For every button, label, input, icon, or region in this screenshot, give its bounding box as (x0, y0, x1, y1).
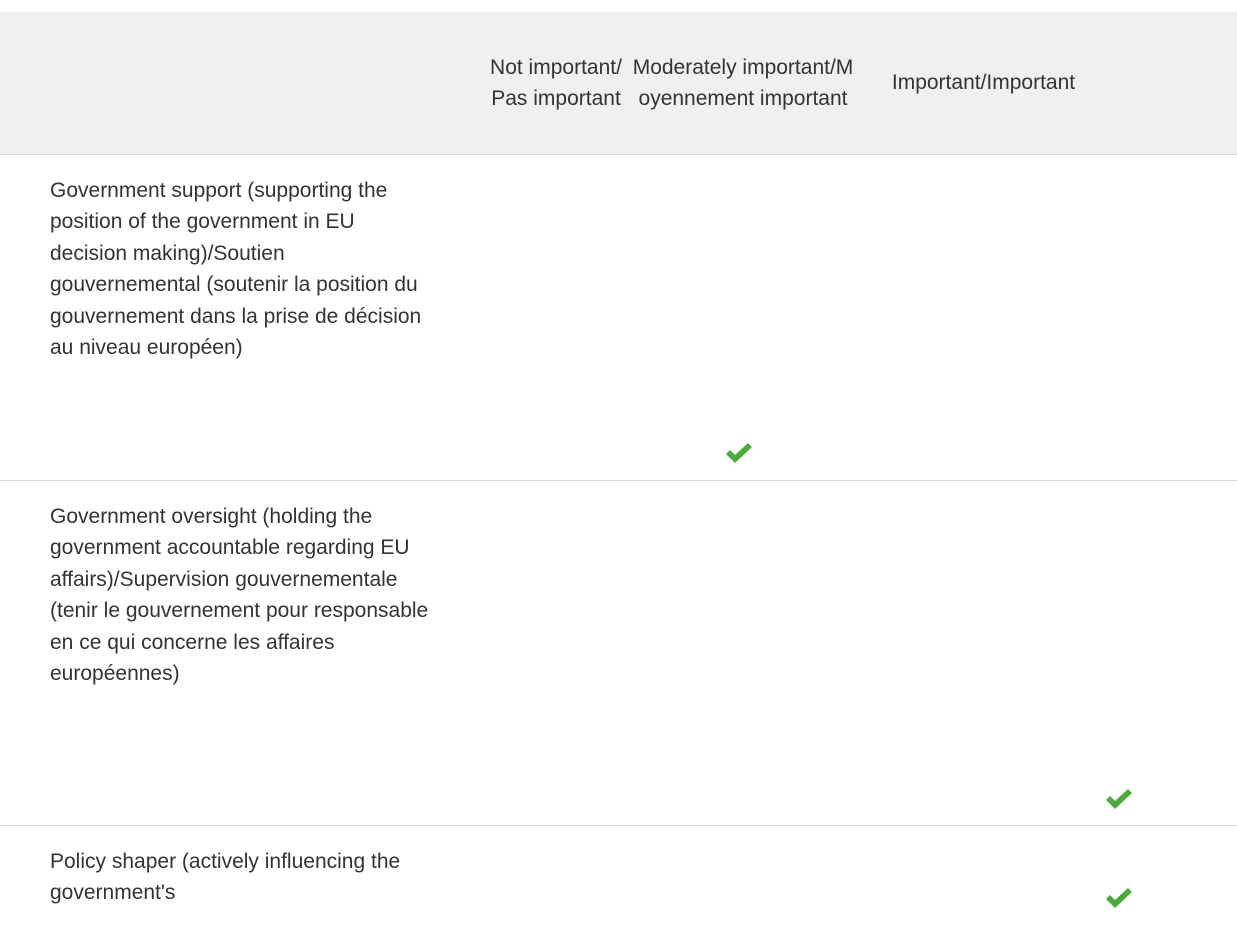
cell-not-important (485, 480, 625, 826)
cell-important (861, 825, 1237, 945)
table-row: Government support (supporting the posit… (0, 154, 1237, 481)
cell-important (861, 154, 1237, 481)
cell-not-important (485, 154, 625, 481)
row-label: Government support (supporting the posit… (50, 178, 422, 360)
importance-table: Not important/Pas important Moderately i… (0, 12, 1237, 945)
check-icon (1104, 788, 1134, 810)
header-important-label: Important/Important (891, 71, 1076, 95)
cell-moderately-important (625, 825, 861, 945)
cell-moderately-important (625, 154, 861, 481)
row-label-cell: Government oversight (holding the govern… (0, 480, 485, 826)
header-row: Not important/Pas important Moderately i… (0, 12, 1237, 155)
row-label: Policy shaper (actively influencing the … (50, 849, 401, 905)
table-row: Policy shaper (actively influencing the … (0, 825, 1237, 945)
table-header: Not important/Pas important Moderately i… (0, 12, 1237, 155)
check-icon (724, 442, 754, 464)
table-body: Government support (supporting the posit… (0, 154, 1237, 945)
cell-moderately-important (625, 480, 861, 826)
header-not-important: Not important/Pas important (485, 12, 625, 155)
row-label-cell: Policy shaper (actively influencing the … (0, 825, 485, 945)
survey-matrix: Not important/Pas important Moderately i… (0, 12, 1237, 945)
table-row: Government oversight (holding the govern… (0, 480, 1237, 826)
header-important: Important/Important (861, 12, 1237, 155)
check-icon (1104, 887, 1134, 909)
header-moderately-important: Moderately important/Moyennement importa… (625, 12, 861, 155)
cell-important (861, 480, 1237, 826)
header-blank (0, 12, 485, 155)
cell-not-important (485, 825, 625, 945)
row-label-cell: Government support (supporting the posit… (0, 154, 485, 481)
row-label: Government oversight (holding the govern… (50, 504, 429, 686)
